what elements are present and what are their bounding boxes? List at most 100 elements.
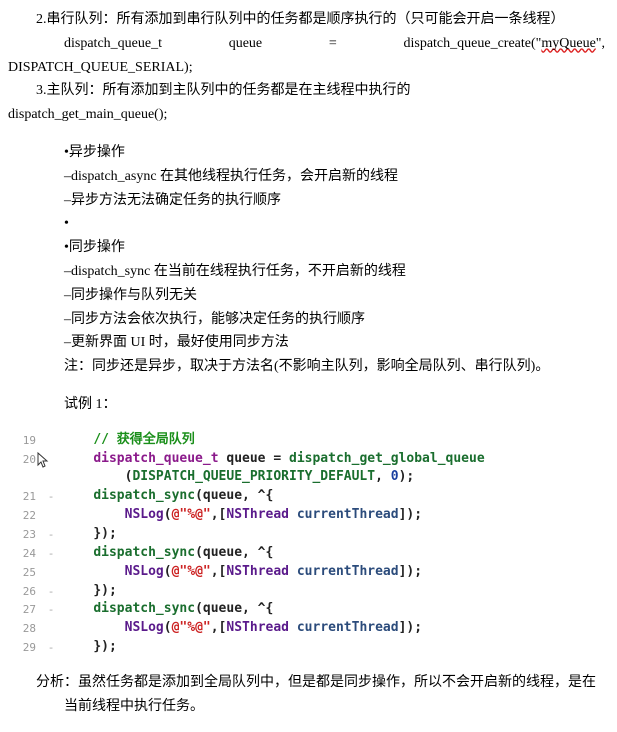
code-token [289, 507, 297, 522]
code-token: ( [164, 507, 172, 522]
item-2-heading: 2.串行队列：所有添加到串行队列中的任务都是顺序执行的（只可能会开启一条线程） [36, 8, 605, 32]
line-number: 21 [8, 487, 44, 505]
code-content: dispatch_sync(queue, ^{ [58, 600, 605, 619]
code-token: @"%@" [172, 507, 211, 522]
code-line: 27- dispatch_sync(queue, ^{ [8, 600, 605, 619]
code-token: }); [93, 639, 116, 654]
bullet: –dispatch_sync 在当前在线程执行任务，不开启新的线程 [64, 260, 605, 284]
code-text: ", [596, 36, 605, 51]
line-number: 23 [8, 525, 44, 543]
code-content: dispatch_queue_t queue = dispatch_get_gl… [58, 450, 605, 469]
code-token: ( [164, 564, 172, 579]
code-token: DISPATCH_QUEUE_PRIORITY_DEFAULT [132, 469, 375, 484]
code-token: , [375, 469, 391, 484]
code-token: NSLog [125, 620, 164, 635]
code-token [289, 564, 297, 579]
code-token: ,[ [211, 507, 227, 522]
bullet: –更新界面 UI 时，最好使用同步方法 [64, 331, 605, 355]
code-token: // 获得全局队列 [93, 432, 194, 447]
code-token: @"%@" [172, 564, 211, 579]
code-token: dispatch_sync [93, 488, 195, 503]
example-label: 试例 1： [64, 393, 605, 417]
line-number: 25 [8, 563, 44, 581]
fold-marker: - [44, 544, 58, 562]
bullet: •同步操作 [64, 236, 605, 260]
code-token [289, 620, 297, 635]
fold-marker: - [44, 582, 58, 600]
code-token: currentThread [297, 507, 399, 522]
code-content: // 获得全局队列 [58, 431, 605, 450]
code-token: NSThread [226, 620, 289, 635]
code-content: }); [58, 638, 605, 657]
fold-marker: - [44, 638, 58, 656]
code-line: 20 dispatch_queue_t queue = dispatch_get… [8, 450, 605, 469]
code-token: dispatch_queue_create("myQueue", [403, 36, 605, 51]
code-token: (queue, ^{ [195, 545, 273, 560]
bullet: –异步方法无法确定任务的执行顺序 [64, 189, 605, 213]
bullet: • [64, 212, 605, 236]
fold-marker [44, 431, 58, 433]
code-block: 19 // 获得全局队列 20 dispatch_queue_t queue = … [8, 431, 605, 657]
line-number: 27 [8, 600, 44, 618]
code-line: 29- }); [8, 638, 605, 657]
fold-marker: - [44, 487, 58, 505]
code-token: dispatch_queue_t [64, 36, 162, 51]
code-content: NSLog(@"%@",[NSThread currentThread]); [58, 563, 605, 582]
code-token: ]); [399, 507, 422, 522]
code-line: 24- dispatch_sync(queue, ^{ [8, 544, 605, 563]
item-2-code-line2: DISPATCH_QUEUE_SERIAL); [8, 56, 605, 80]
code-token: dispatch_queue_t [93, 451, 218, 466]
code-token: ,[ [211, 564, 227, 579]
code-content: }); [58, 582, 605, 601]
code-content: dispatch_sync(queue, ^{ [58, 487, 605, 506]
spacer [8, 417, 605, 425]
code-token: @"%@" [172, 620, 211, 635]
code-content: }); [58, 525, 605, 544]
item-3-code: dispatch_get_main_queue(); [8, 103, 605, 127]
line-number: 28 [8, 619, 44, 637]
code-token: currentThread [297, 620, 399, 635]
code-content: NSLog(@"%@",[NSThread currentThread]); [58, 619, 605, 638]
code-token: ]); [399, 564, 422, 579]
fold-marker [44, 506, 58, 508]
fold-marker [44, 563, 58, 565]
code-text: dispatch_queue_create(" [403, 36, 541, 51]
analysis-text: 分析：虽然任务都是添加到全局队列中，但是都是同步操作，所以不会开启新的线程，是在… [36, 671, 605, 719]
code-token: NSLog [125, 507, 164, 522]
code-content: (DISPATCH_QUEUE_PRIORITY_DEFAULT, 0); [58, 468, 605, 487]
line-number: 24 [8, 544, 44, 562]
code-content: dispatch_sync(queue, ^{ [58, 544, 605, 563]
fold-marker [44, 619, 58, 621]
code-token: queue = [219, 451, 289, 466]
code-token: (queue, ^{ [195, 601, 273, 616]
code-line: (DISPATCH_QUEUE_PRIORITY_DEFAULT, 0); [8, 468, 605, 487]
fold-marker: - [44, 600, 58, 618]
code-token: = [329, 36, 337, 51]
line-number: 26 [8, 582, 44, 600]
bullet: –同步操作与队列无关 [64, 284, 605, 308]
code-token: ); [399, 469, 415, 484]
code-token: currentThread [297, 564, 399, 579]
cursor-icon [36, 452, 50, 470]
code-token: (queue, ^{ [195, 488, 273, 503]
code-token: NSThread [226, 507, 289, 522]
code-line: 22 NSLog(@"%@",[NSThread currentThread])… [8, 506, 605, 525]
spacer [8, 379, 605, 393]
code-token: dispatch_sync [93, 545, 195, 560]
line-number: 19 [8, 431, 44, 449]
spacer [8, 127, 605, 141]
item-3-heading: 3.主队列：所有添加到主队列中的任务都是在主线程中执行的 [36, 79, 605, 103]
line-number: 29 [8, 638, 44, 656]
code-token: NSLog [125, 564, 164, 579]
code-line: 28 NSLog(@"%@",[NSThread currentThread])… [8, 619, 605, 638]
bullet: –同步方法会依次执行，能够决定任务的执行顺序 [64, 308, 605, 332]
fold-marker: - [44, 525, 58, 543]
code-token: ( [164, 620, 172, 635]
bullet: –dispatch_async 在其他线程执行任务，会开启新的线程 [64, 165, 605, 189]
code-line: 25 NSLog(@"%@",[NSThread currentThread])… [8, 563, 605, 582]
code-token: queue [229, 36, 262, 51]
item-2-code-line1: dispatch_queue_t queue = dispatch_queue_… [64, 32, 605, 56]
code-token: 0 [391, 469, 399, 484]
line-number: 22 [8, 506, 44, 524]
bullet: •异步操作 [64, 141, 605, 165]
